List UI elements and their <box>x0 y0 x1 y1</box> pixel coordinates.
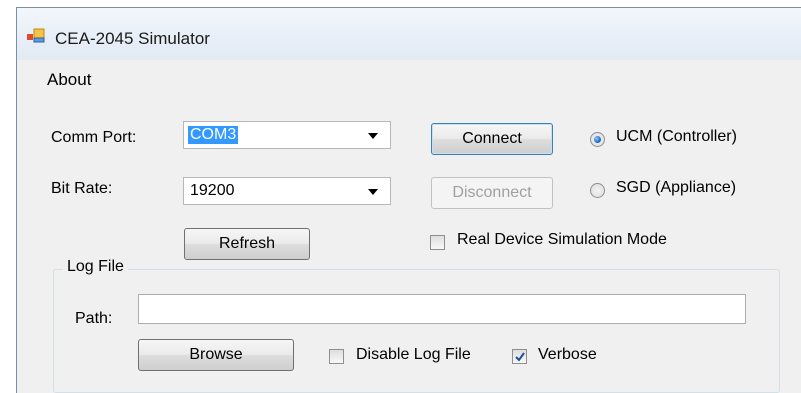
chevron-down-icon <box>368 189 378 195</box>
chevron-down-icon <box>368 133 378 139</box>
checkmark-icon <box>515 352 525 362</box>
disconnect-button[interactable]: Disconnect <box>431 177 553 209</box>
comm-port-label: Comm Port: <box>51 129 137 146</box>
browse-button[interactable]: Browse <box>138 339 294 371</box>
disable-log-label[interactable]: Disable Log File <box>356 346 471 364</box>
title-bar[interactable]: CEA-2045 Simulator <box>17 8 801 60</box>
comm-port-value: COM3 <box>188 126 239 144</box>
menu-item-about[interactable]: About <box>47 70 91 90</box>
bit-rate-value: 19200 <box>190 182 235 199</box>
bit-rate-label: Bit Rate: <box>51 180 113 197</box>
menu-bar: About <box>17 60 801 94</box>
radio-sgd-label[interactable]: SGD (Appliance) <box>616 179 736 197</box>
verbose-checkbox[interactable] <box>512 349 527 364</box>
radio-sgd-appliance[interactable] <box>590 183 605 198</box>
path-input[interactable] <box>138 294 746 324</box>
real-device-label[interactable]: Real Device Simulation Mode <box>457 231 667 249</box>
log-file-groupbox <box>53 269 780 393</box>
real-device-checkbox[interactable] <box>430 235 445 250</box>
verbose-label[interactable]: Verbose <box>538 346 597 364</box>
radio-selected-dot <box>594 136 601 143</box>
connect-button[interactable]: Connect <box>431 123 553 155</box>
comm-port-select[interactable]: COM3 <box>183 121 391 149</box>
refresh-button[interactable]: Refresh <box>184 228 310 260</box>
disable-log-checkbox[interactable] <box>329 349 344 364</box>
main-window: CEA-2045 Simulator About Comm Port: COM3… <box>16 7 801 393</box>
window-title: CEA-2045 Simulator <box>55 29 210 48</box>
bit-rate-select[interactable]: 19200 <box>183 177 391 205</box>
radio-ucm-label[interactable]: UCM (Controller) <box>616 128 737 146</box>
path-label: Path: <box>75 310 113 327</box>
app-window-icon <box>27 28 45 44</box>
log-file-group-title: Log File <box>63 258 128 276</box>
radio-ucm-controller[interactable] <box>590 132 605 147</box>
